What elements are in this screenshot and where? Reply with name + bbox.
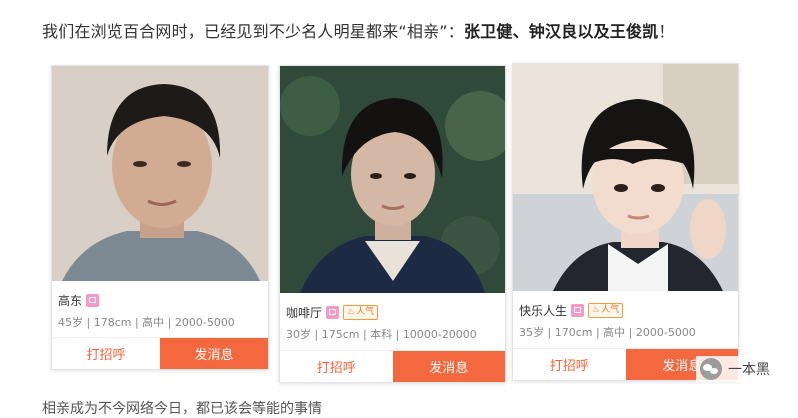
profile-name: 高东 bbox=[58, 294, 83, 308]
profile-name: 咖啡厅 bbox=[286, 306, 323, 320]
card-actions: 打招呼 发消息 bbox=[52, 337, 268, 369]
profile-card-2[interactable]: 咖啡厅 ♨ 人气 30岁 | 175cm | 本科 | 10000-20000 打… bbox=[279, 65, 506, 383]
name-row: 咖啡厅 ♨ 人气 bbox=[286, 304, 379, 321]
profile-card-1[interactable]: 高东 45岁 | 178cm | 高中 | 2000-5000 打招呼 发消息 bbox=[51, 65, 269, 370]
greet-button[interactable]: 打招呼 bbox=[513, 349, 626, 380]
watermark: 一本黑 bbox=[696, 356, 774, 382]
name-row: 快乐人生 ♨ 人气 bbox=[519, 302, 624, 319]
intro-text: 我们在浏览百合网时，已经见到不少名人明星都来“相亲”：张卫健、钟汉良以及王俊凯！ bbox=[42, 18, 675, 42]
hot-badge: ♨ 人气 bbox=[343, 305, 379, 320]
intro-prefix: 我们在浏览百合网时，已经见到不少名人明星都来“相亲”： bbox=[42, 22, 464, 41]
member-badge-icon bbox=[326, 306, 340, 319]
watermark-text: 一本黑 bbox=[728, 362, 770, 378]
message-button[interactable]: 发消息 bbox=[392, 351, 505, 382]
profile-info: 45岁 | 178cm | 高中 | 2000-5000 bbox=[58, 316, 235, 329]
flame-icon: ♨ bbox=[347, 307, 356, 317]
greet-button[interactable]: 打招呼 bbox=[280, 351, 393, 382]
message-button[interactable]: 发消息 bbox=[160, 338, 268, 369]
intro-highlight: 张卫健、钟汉良以及王俊凯 bbox=[463, 22, 659, 41]
member-badge-icon bbox=[86, 294, 100, 307]
profile-card-3[interactable]: 快乐人生 ♨ 人气 35岁 | 170cm | 高中 | 2000-5000 打招… bbox=[512, 63, 739, 381]
name-row: 高东 bbox=[58, 292, 100, 309]
intro-suffix: ！ bbox=[658, 22, 675, 41]
hot-label: 人气 bbox=[356, 307, 375, 317]
hot-label: 人气 bbox=[601, 305, 620, 315]
bottom-text: 相亲成为不今网络今日，都已该会等能的事情 bbox=[42, 401, 322, 417]
hot-badge: ♨ 人气 bbox=[588, 303, 624, 318]
wechat-icon bbox=[700, 358, 722, 380]
profile-photo[interactable] bbox=[513, 64, 739, 291]
greet-button[interactable]: 打招呼 bbox=[52, 338, 160, 369]
member-badge-icon bbox=[571, 304, 585, 317]
flame-icon: ♨ bbox=[592, 305, 601, 315]
profile-info: 35岁 | 170cm | 高中 | 2000-5000 bbox=[519, 326, 696, 339]
profile-photo[interactable] bbox=[280, 66, 506, 293]
profile-photo[interactable] bbox=[52, 66, 269, 281]
profile-info: 30岁 | 175cm | 本科 | 10000-20000 bbox=[286, 328, 477, 341]
profile-name: 快乐人生 bbox=[519, 304, 568, 318]
card-actions: 打招呼 发消息 bbox=[280, 350, 505, 382]
